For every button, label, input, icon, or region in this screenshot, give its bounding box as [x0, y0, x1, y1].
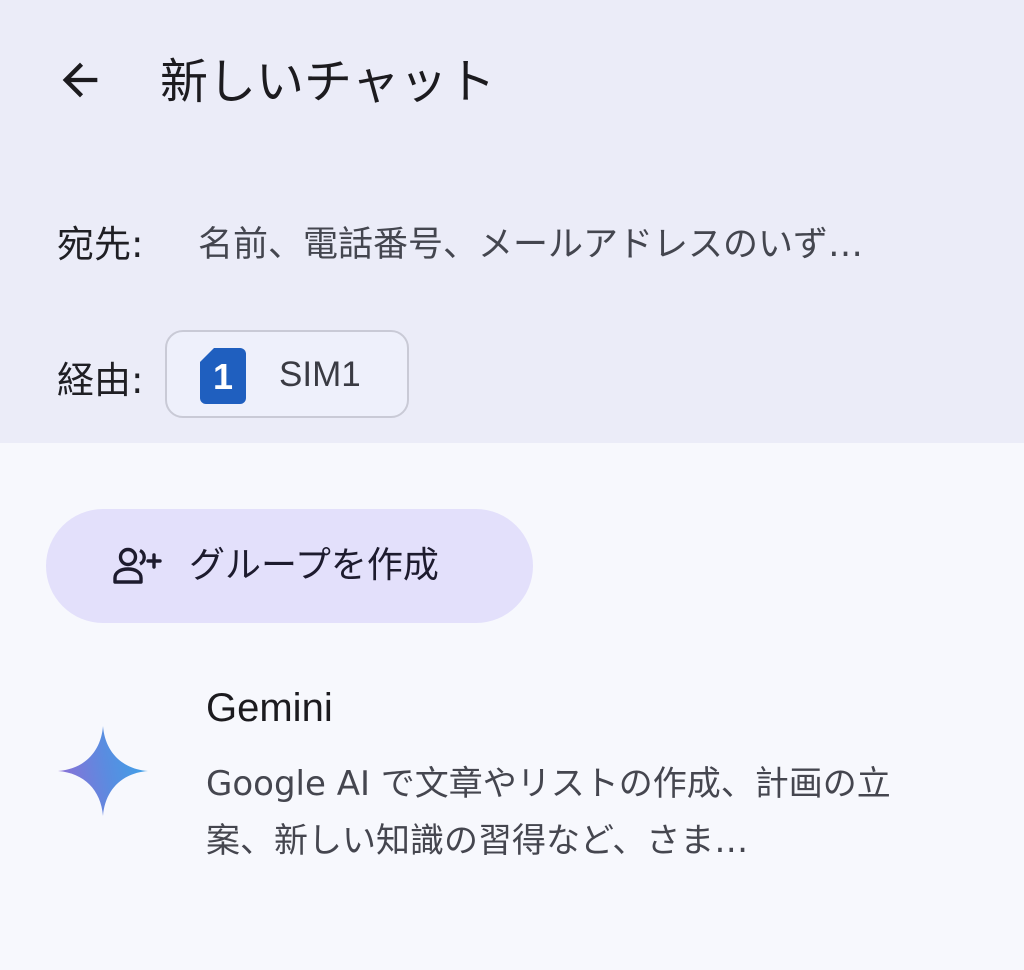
back-button[interactable] — [44, 44, 116, 116]
create-group-label: グループを作成 — [189, 545, 439, 586]
arrow-back-icon — [62, 62, 98, 98]
gemini-description: Google AI で文章やリストの作成、計画の立案、新しい知識の習得など、さま… — [206, 764, 891, 861]
compose-header-area: 新しいチャット 宛先: 経由: 1 SIM1 — [0, 0, 1024, 443]
gemini-name: Gemini — [206, 686, 333, 730]
page-title: 新しいチャット — [160, 54, 496, 110]
gemini-suggestion-item[interactable]: Gemini Google AI で文章やリストの作成、計画の立案、新しい知識の… — [0, 660, 1024, 890]
create-group-button[interactable]: グループを作成 — [46, 509, 533, 623]
sim-selector-chip[interactable]: 1 SIM1 — [165, 330, 409, 418]
sim-label: SIM1 — [279, 355, 361, 394]
recipient-label: 宛先: — [57, 223, 144, 266]
add-group-icon — [112, 546, 164, 586]
recipient-input[interactable] — [198, 214, 958, 276]
via-label: 経由: — [57, 359, 144, 402]
gemini-sparkle-icon — [58, 726, 148, 816]
sim-number: 1 — [212, 356, 234, 397]
